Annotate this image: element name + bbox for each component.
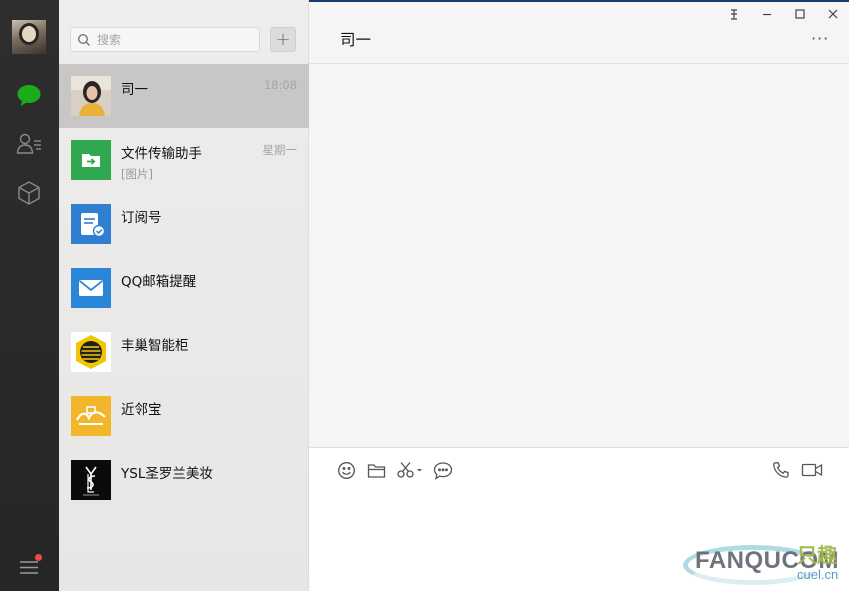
chat-time: 星期一 [262, 143, 298, 157]
favorites-tab[interactable] [14, 178, 44, 208]
window-controls [717, 2, 849, 28]
maximize-icon [794, 8, 805, 22]
chat-item-file-transfer[interactable]: 文件传输助手 [图片] 星期一 [59, 128, 309, 192]
speech-bubble-icon [433, 461, 453, 484]
video-camera-icon [801, 462, 823, 482]
minimize-button[interactable] [750, 2, 783, 28]
chat-bubble-icon [16, 83, 42, 107]
chats-tab[interactable] [14, 80, 44, 110]
conversation-list-panel: + 司一 18:08 [59, 0, 309, 591]
emoji-icon [337, 461, 356, 484]
pin-icon [728, 8, 740, 23]
ysl-avatar [71, 460, 111, 500]
search-box[interactable] [70, 27, 260, 52]
chat-name: QQ邮箱提醒 [121, 274, 197, 290]
chat-item-siyi[interactable]: 司一 18:08 [59, 64, 309, 128]
chat-time: 18:08 [263, 78, 297, 92]
chat-item-subscriptions[interactable]: 订阅号 [59, 192, 309, 256]
search-input[interactable] [97, 29, 247, 50]
maximize-button[interactable] [783, 2, 816, 28]
chat-name: 丰巢智能柜 [121, 338, 189, 354]
contacts-icon [16, 132, 42, 156]
video-call-button[interactable] [799, 462, 825, 482]
chat-name: 订阅号 [121, 210, 162, 226]
file-transfer-avatar [71, 140, 111, 180]
chat-item-jinlinbao[interactable]: 近邻宝 [59, 384, 309, 448]
emoji-button[interactable] [335, 461, 357, 484]
send-file-button[interactable] [365, 462, 387, 482]
start-group-chat-button[interactable]: + [270, 27, 296, 52]
notification-dot [35, 554, 42, 561]
my-avatar[interactable] [12, 20, 46, 54]
chat-info-button[interactable]: ··· [811, 31, 833, 47]
chat-title: 司一 [340, 31, 372, 49]
chat-item-qq-mail[interactable]: QQ邮箱提醒 [59, 256, 309, 320]
phone-icon [772, 461, 790, 483]
chat-item-hive-box[interactable]: 丰巢智能柜 [59, 320, 309, 384]
nav-rail [0, 0, 59, 591]
cube-icon [16, 180, 42, 206]
wechat-window: + 司一 18:08 [0, 0, 849, 591]
main-menu-button[interactable] [14, 552, 44, 582]
chat-preview: [图片] [121, 167, 153, 181]
contact-avatar [71, 76, 111, 116]
close-icon [828, 8, 838, 22]
watermark-chinese: 只趣 [797, 543, 837, 567]
chat-history-button[interactable] [432, 461, 454, 484]
hive-box-avatar [71, 332, 111, 372]
scissors-icon [396, 461, 424, 483]
close-button[interactable] [816, 2, 849, 28]
folder-icon [367, 462, 386, 483]
search-icon [77, 33, 97, 47]
chat-name: 近邻宝 [121, 402, 162, 418]
chat-item-ysl-beauty[interactable]: YSL圣罗兰美妆 [59, 448, 309, 512]
screenshot-button[interactable] [395, 462, 425, 482]
contacts-tab[interactable] [14, 129, 44, 159]
pin-window-button[interactable] [717, 2, 750, 28]
chat-name: YSL圣罗兰美妆 [121, 466, 213, 482]
chat-panel: 司一 ··· FANQUCOM 只趣 cuel.cn [309, 0, 849, 591]
jinlinbao-avatar [71, 396, 111, 436]
subscriptions-avatar [71, 204, 111, 244]
watermark-domain: cuel.cn [797, 567, 839, 582]
site-watermark: FANQUCOM 只趣 cuel.cn [679, 539, 849, 591]
message-area[interactable] [309, 65, 849, 447]
minimize-icon [762, 8, 772, 22]
voice-call-button[interactable] [770, 462, 792, 482]
chat-name: 司一 [121, 82, 148, 98]
chat-name: 文件传输助手 [121, 146, 202, 162]
qq-mail-avatar [71, 268, 111, 308]
